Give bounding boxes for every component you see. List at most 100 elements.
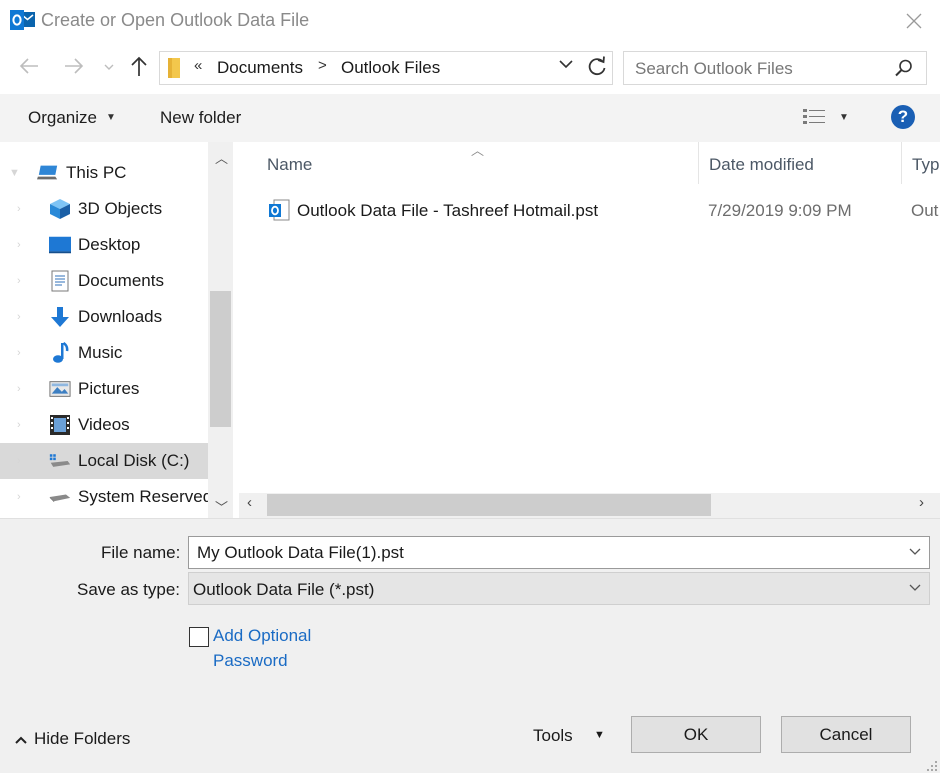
expand-chevron-icon[interactable]: ›: [17, 491, 21, 503]
search-box[interactable]: [623, 51, 927, 85]
expand-chevron-icon[interactable]: ›: [17, 455, 21, 467]
folder-icon: [168, 58, 180, 78]
expand-chevron-icon[interactable]: ›: [17, 311, 21, 323]
chevron-down-icon: [104, 64, 114, 70]
hide-folders-button[interactable]: Hide Folders: [14, 729, 130, 749]
close-button[interactable]: [898, 6, 930, 36]
save-as-type-select[interactable]: Outlook Data File (*.pst): [188, 572, 930, 605]
scroll-right-icon[interactable]: ›: [919, 494, 924, 511]
refresh-icon: [588, 56, 606, 76]
resize-grip-icon[interactable]: [924, 757, 938, 771]
column-header-name[interactable]: Name: [267, 155, 312, 175]
organize-button[interactable]: Organize: [28, 108, 97, 128]
up-button[interactable]: [129, 54, 149, 84]
column-divider[interactable]: [901, 142, 902, 184]
music-note-icon: [49, 342, 71, 364]
up-arrow-icon: [131, 56, 147, 76]
expand-chevron-icon[interactable]: ▼: [9, 167, 20, 179]
desktop-icon: [49, 234, 71, 256]
drive-icon: [49, 450, 71, 472]
sidebar-item-label: Pictures: [78, 379, 140, 398]
save-as-type-label: Save as type:: [77, 580, 181, 599]
sidebar-item-pictures[interactable]: › Pictures: [0, 371, 208, 407]
recent-locations-button[interactable]: [103, 60, 115, 75]
cancel-button[interactable]: Cancel: [781, 716, 911, 753]
expand-chevron-icon[interactable]: ›: [17, 347, 21, 359]
breadcrumb-documents[interactable]: Documents: [217, 58, 303, 78]
sidebar-item-system-reserved[interactable]: › System Reserved: [0, 479, 212, 515]
refresh-button[interactable]: [586, 54, 608, 84]
computer-icon: [37, 162, 59, 184]
sidebar-item-label: System Reserved: [78, 487, 213, 506]
sidebar-item-downloads[interactable]: › Downloads: [0, 299, 208, 335]
chevron-down-icon[interactable]: [909, 580, 921, 595]
sidebar-item-label: Documents: [78, 271, 164, 290]
back-button[interactable]: [18, 56, 40, 82]
breadcrumb-outlook-files[interactable]: Outlook Files: [341, 58, 440, 78]
navigation-scrollbar-thumb[interactable]: [210, 291, 231, 427]
scroll-left-icon[interactable]: ‹: [247, 494, 252, 511]
address-dropdown-button[interactable]: [558, 57, 574, 74]
horizontal-scrollbar-thumb[interactable]: [267, 494, 711, 516]
back-arrow-icon: [19, 58, 38, 74]
document-icon: [49, 270, 71, 292]
search-input[interactable]: [633, 58, 883, 80]
caret-down-icon: ▼: [106, 112, 116, 123]
add-password-label-line2[interactable]: Password: [213, 651, 288, 671]
sidebar-item-3d-objects[interactable]: › 3D Objects: [0, 191, 208, 227]
column-divider[interactable]: [698, 142, 699, 184]
sidebar-item-desktop[interactable]: › Desktop: [0, 227, 208, 263]
close-icon: [906, 13, 922, 29]
chevron-down-icon[interactable]: [909, 544, 921, 559]
expand-chevron-icon[interactable]: ›: [17, 275, 21, 287]
file-name-field[interactable]: [197, 543, 897, 563]
add-password-label[interactable]: Add Optional: [213, 626, 311, 646]
ok-button[interactable]: OK: [631, 716, 761, 753]
new-folder-button[interactable]: New folder: [160, 108, 241, 128]
outlook-data-file-icon: [268, 199, 290, 221]
expand-chevron-icon[interactable]: ›: [17, 383, 21, 395]
sidebar-item-label: Videos: [78, 415, 130, 434]
forward-button[interactable]: [63, 56, 85, 82]
sidebar-item-local-disk[interactable]: › Local Disk (C:): [0, 443, 208, 479]
tools-button[interactable]: Tools: [533, 726, 573, 746]
command-toolbar: [0, 94, 940, 142]
window-title: Create or Open Outlook Data File: [41, 10, 310, 30]
file-name-combobox[interactable]: [188, 536, 930, 569]
expand-chevron-icon[interactable]: ›: [17, 203, 21, 215]
search-icon[interactable]: [894, 58, 914, 78]
sidebar-item-label: 3D Objects: [78, 199, 163, 218]
details-view-icon[interactable]: [803, 108, 825, 126]
address-overflow-chevron[interactable]: «: [194, 57, 202, 74]
outlook-icon: [10, 9, 36, 31]
caret-down-icon[interactable]: ▼: [594, 729, 605, 741]
pictures-icon: [49, 378, 71, 400]
sidebar-item-this-pc[interactable]: ▼ This PC: [0, 155, 208, 191]
sort-ascending-icon: ︿: [471, 143, 485, 158]
forward-arrow-icon: [65, 58, 84, 74]
sidebar-item-label: Desktop: [78, 235, 141, 254]
add-password-checkbox[interactable]: [189, 627, 209, 647]
cube-icon: [49, 198, 71, 220]
file-name-label: File name:: [101, 543, 181, 562]
column-header-date-modified[interactable]: Date modified: [709, 155, 814, 175]
file-date-modified: 7/29/2019 9:09 PM: [708, 201, 852, 220]
scroll-up-icon[interactable]: ︿: [215, 148, 228, 167]
help-icon[interactable]: ?: [891, 105, 915, 129]
file-name[interactable]: Outlook Data File - Tashreef Hotmail.pst: [297, 201, 598, 221]
sidebar-item-music[interactable]: › Music: [0, 335, 208, 371]
scroll-down-icon[interactable]: ﹀: [215, 497, 228, 516]
expand-chevron-icon[interactable]: ›: [17, 239, 21, 251]
column-header-type[interactable]: Typ: [912, 155, 939, 175]
view-options-caret[interactable]: ▼: [839, 112, 849, 123]
sidebar-item-videos[interactable]: › Videos: [0, 407, 208, 443]
film-icon: [49, 414, 71, 436]
breadcrumb-separator[interactable]: >: [318, 57, 327, 74]
sidebar-item-label: Local Disk (C:): [78, 451, 190, 470]
expand-chevron-icon[interactable]: ›: [17, 419, 21, 431]
save-as-type-value: Outlook Data File (*.pst): [193, 580, 375, 599]
download-arrow-icon: [49, 306, 71, 328]
file-type: Out: [911, 201, 939, 220]
sidebar-item-label: Downloads: [78, 307, 163, 326]
sidebar-item-documents[interactable]: › Documents: [0, 263, 208, 299]
